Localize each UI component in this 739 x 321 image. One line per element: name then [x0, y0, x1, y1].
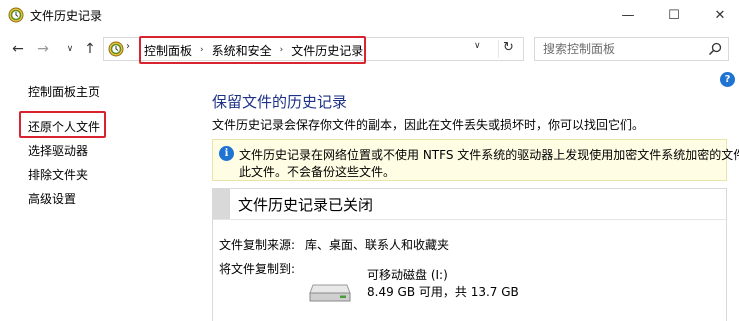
info-text-line-2: 此文件。不会备份这些文件。 — [239, 165, 396, 179]
copy-source-value: 库、桌面、联系人和收藏夹 — [305, 238, 450, 252]
breadcrumb-system-security[interactable]: 系统和安全 — [212, 42, 272, 59]
file-history-app-icon — [8, 7, 24, 23]
breadcrumb-separator-icon: › — [126, 41, 130, 52]
sidebar-item-exclude-folders[interactable]: 排除文件夹 — [28, 166, 88, 183]
minimize-button[interactable]: — — [605, 0, 651, 30]
copy-source-label: 文件复制来源: — [219, 238, 296, 252]
page-description: 文件历史记录会保存你文件的副本，因此在文件丢失或损坏时，你可以找回它们。 — [212, 118, 645, 132]
back-arrow-icon[interactable]: ← — [8, 38, 28, 60]
info-icon: i — [219, 146, 234, 161]
forward-arrow-icon[interactable]: → — [33, 38, 53, 60]
address-bar[interactable]: › 控制面板 › 系统和安全 › 文件历史记录 ∨ ↻ — [103, 36, 524, 64]
maximize-button[interactable]: ☐ — [651, 0, 697, 30]
status-header: 文件历史记录已关闭 — [213, 189, 726, 219]
up-arrow-icon[interactable]: ↑ — [80, 38, 100, 60]
info-text-line-1: 文件历史记录在网络位置或不使用 NTFS 文件系统的驱动器上发现使用加密文件系统… — [239, 148, 739, 162]
copy-target-label: 将文件复制到: — [219, 262, 296, 276]
file-history-status-panel: 文件历史记录已关闭 文件复制来源: 库、桌面、联系人和收藏夹 将文件复制到: 可… — [212, 188, 727, 321]
help-icon[interactable]: ? — [720, 72, 735, 87]
window-title: 文件历史记录 — [30, 9, 103, 23]
sidebar-item-select-drive[interactable]: 选择驱动器 — [28, 142, 88, 159]
sidebar-item-control-panel-home[interactable]: 控制面板主页 — [28, 83, 100, 100]
recent-locations-chevron-icon[interactable]: ∨ — [60, 38, 80, 60]
status-title: 文件历史记录已关闭 — [238, 196, 374, 214]
title-bar: 文件历史记录 — ☐ ✕ — [0, 0, 739, 30]
sidebar-item-advanced-settings[interactable]: 高级设置 — [28, 190, 76, 207]
search-input[interactable] — [543, 41, 703, 57]
sidebar: 控制面板主页 还原个人文件 选择驱动器 排除文件夹 高级设置 — [0, 68, 200, 321]
info-banner: i 文件历史记录在网络位置或不使用 NTFS 文件系统的驱动器上发现使用加密文件… — [212, 139, 739, 181]
breadcrumb-control-panel[interactable]: 控制面板 — [144, 42, 192, 59]
search-box[interactable] — [534, 37, 729, 61]
breadcrumb-separator-icon[interactable]: › — [200, 45, 204, 55]
status-accent-bar — [213, 189, 230, 219]
close-button[interactable]: ✕ — [697, 0, 739, 30]
control-panel-icon — [108, 41, 124, 57]
drive-free-space: 8.49 GB 可用，共 13.7 GB — [367, 285, 519, 299]
navigation-bar: ← → ∨ ↑ › 控制面板 › 系统和安全 › 文件历史记录 ∨ ↻ — [0, 30, 739, 68]
removable-drive-icon — [309, 284, 351, 302]
page-title: 保留文件的历史记录 — [212, 93, 348, 111]
search-icon[interactable] — [707, 41, 723, 57]
breadcrumb-separator-icon[interactable]: › — [280, 45, 284, 55]
breadcrumb: 控制面板 › 系统和安全 › 文件历史记录 — [139, 36, 366, 64]
drive-name: 可移动磁盘 (I:) — [367, 268, 448, 282]
sidebar-item-restore-personal-files[interactable]: 还原个人文件 — [28, 118, 100, 135]
address-dropdown-icon[interactable]: ∨ — [474, 41, 481, 51]
refresh-icon[interactable]: ↻ — [498, 40, 518, 58]
breadcrumb-file-history[interactable]: 文件历史记录 — [291, 42, 363, 59]
divider — [213, 219, 726, 220]
